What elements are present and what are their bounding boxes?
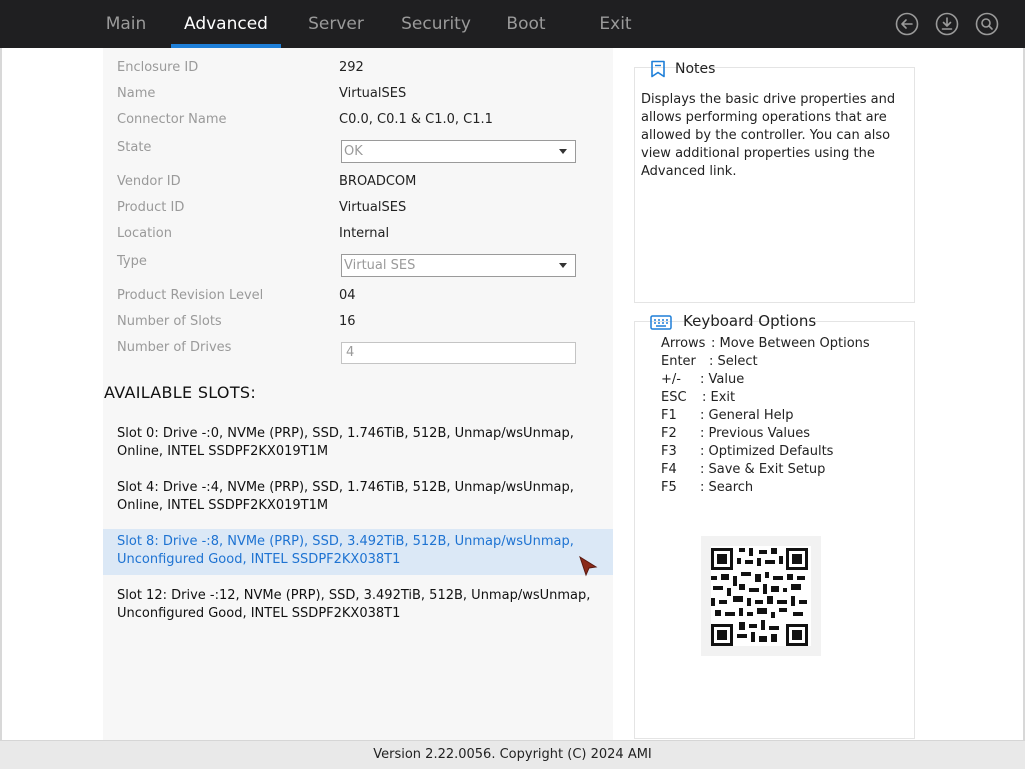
left-frame-border (0, 48, 2, 740)
state-select[interactable]: OK (341, 140, 576, 163)
type-select-value: Virtual SES (344, 258, 416, 273)
key-name: Enter (661, 354, 696, 369)
number-of-slots-value: 16 (339, 314, 356, 329)
bookmark-icon (651, 60, 665, 78)
keyboard-options-title: Keyboard Options (683, 312, 817, 330)
name-value: VirtualSES (339, 86, 407, 101)
key-name: Arrows (661, 336, 706, 351)
slot-line-1: Slot 4: Drive -:4, NVMe (PRP), SSD, 1.74… (117, 480, 574, 495)
key-description: : General Help (700, 408, 794, 423)
tab-advanced[interactable]: Advanced (171, 0, 281, 48)
available-slots-heading: AVAILABLE SLOTS: (104, 383, 257, 402)
notes-line: allowed by the controller. You can also (641, 128, 891, 143)
key-description: : Value (700, 372, 745, 387)
type-select[interactable]: Virtual SES (341, 254, 576, 277)
vendor-id-label: Vendor ID (117, 174, 181, 189)
key-name: F3 (661, 444, 677, 459)
slot-item-4[interactable]: Slot 4: Drive -:4, NVMe (PRP), SSD, 1.74… (117, 479, 607, 515)
qr-code (701, 536, 821, 656)
product-revision-label: Product Revision Level (117, 288, 264, 303)
slot-item-12[interactable]: Slot 12: Drive -:12, NVMe (PRP), SSD, 3.… (117, 587, 607, 623)
state-select-value: OK (344, 144, 363, 159)
back-icon[interactable] (895, 12, 919, 36)
tab-boot[interactable]: Boot (497, 0, 555, 48)
tab-server[interactable]: Server (296, 0, 376, 48)
product-id-label: Product ID (117, 200, 185, 215)
location-value: Internal (339, 226, 390, 241)
number-of-drives-label: Number of Drives (117, 340, 232, 355)
search-icon[interactable] (975, 12, 999, 36)
key-name: F2 (661, 426, 677, 441)
mouse-cursor-icon (579, 555, 598, 577)
enclosure-id-value: 292 (339, 60, 364, 75)
enclosure-id-label: Enclosure ID (117, 60, 199, 75)
key-description: : Save & Exit Setup (700, 462, 826, 477)
notes-line: Advanced link. (641, 164, 737, 179)
notes-line: view additional properties using the (641, 146, 875, 161)
key-description: : Search (700, 480, 754, 495)
key-description: : Select (709, 354, 758, 369)
chevron-down-icon (559, 263, 567, 268)
key-name: F1 (661, 408, 677, 423)
notes-line: Displays the basic drive properties and (641, 92, 896, 107)
chevron-down-icon (559, 149, 567, 154)
notes-line: allows performing operations that are (641, 110, 887, 125)
number-of-drives-field: 4 (341, 342, 576, 364)
qr-code-icon (711, 546, 811, 646)
key-description: : Move Between Options (711, 336, 870, 351)
keyboard-icon (650, 315, 672, 330)
product-id-value: VirtualSES (339, 200, 407, 215)
notes-title: Notes (675, 61, 716, 77)
product-revision-value: 04 (339, 288, 356, 303)
save-download-icon[interactable] (935, 12, 959, 36)
slot-item-8[interactable]: Slot 8: Drive -:8, NVMe (PRP), SSD, 3.49… (117, 533, 607, 569)
type-label: Type (117, 254, 147, 269)
key-name: F5 (661, 480, 677, 495)
slot-line-2: Unconfigured Good, INTEL SSDPF2KX038T1 (117, 606, 401, 621)
slot-line-1: Slot 0: Drive -:0, NVMe (PRP), SSD, 1.74… (117, 426, 574, 441)
tab-exit[interactable]: Exit (588, 0, 643, 48)
key-name: F4 (661, 462, 677, 477)
key-description: : Previous Values (700, 426, 811, 441)
state-label: State (117, 140, 152, 155)
slot-line-1: Slot 8: Drive -:8, NVMe (PRP), SSD, 3.49… (117, 534, 574, 549)
number-of-slots-label: Number of Slots (117, 314, 222, 329)
key-description: : Exit (702, 390, 736, 405)
slot-item-0[interactable]: Slot 0: Drive -:0, NVMe (PRP), SSD, 1.74… (117, 425, 607, 461)
top-nav-bar: Main Advanced Server Security Boot Exit (0, 0, 1025, 48)
name-label: Name (117, 86, 156, 101)
location-label: Location (117, 226, 172, 241)
key-name: ESC (661, 390, 687, 405)
tab-security[interactable]: Security (393, 0, 479, 48)
slot-line-1: Slot 12: Drive -:12, NVMe (PRP), SSD, 3.… (117, 588, 591, 603)
version-copyright-text: Version 2.22.0056. Copyright (C) 2024 AM… (373, 747, 652, 762)
notes-text: Displays the basic drive properties and … (641, 91, 911, 181)
key-name: +/- (661, 372, 681, 387)
footer-bar: Version 2.22.0056. Copyright (C) 2024 AM… (0, 740, 1025, 769)
tab-main[interactable]: Main (96, 0, 156, 48)
connector-name-value: C0.0, C0.1 & C1.0, C1.1 (339, 112, 493, 127)
vendor-id-value: BROADCOM (339, 174, 417, 189)
connector-name-label: Connector Name (117, 112, 227, 127)
slot-line-2: Online, INTEL SSDPF2KX019T1M (117, 498, 329, 513)
key-description: : Optimized Defaults (700, 444, 834, 459)
slot-line-2: Online, INTEL SSDPF2KX019T1M (117, 444, 329, 459)
slot-line-2: Unconfigured Good, INTEL SSDPF2KX038T1 (117, 552, 401, 567)
